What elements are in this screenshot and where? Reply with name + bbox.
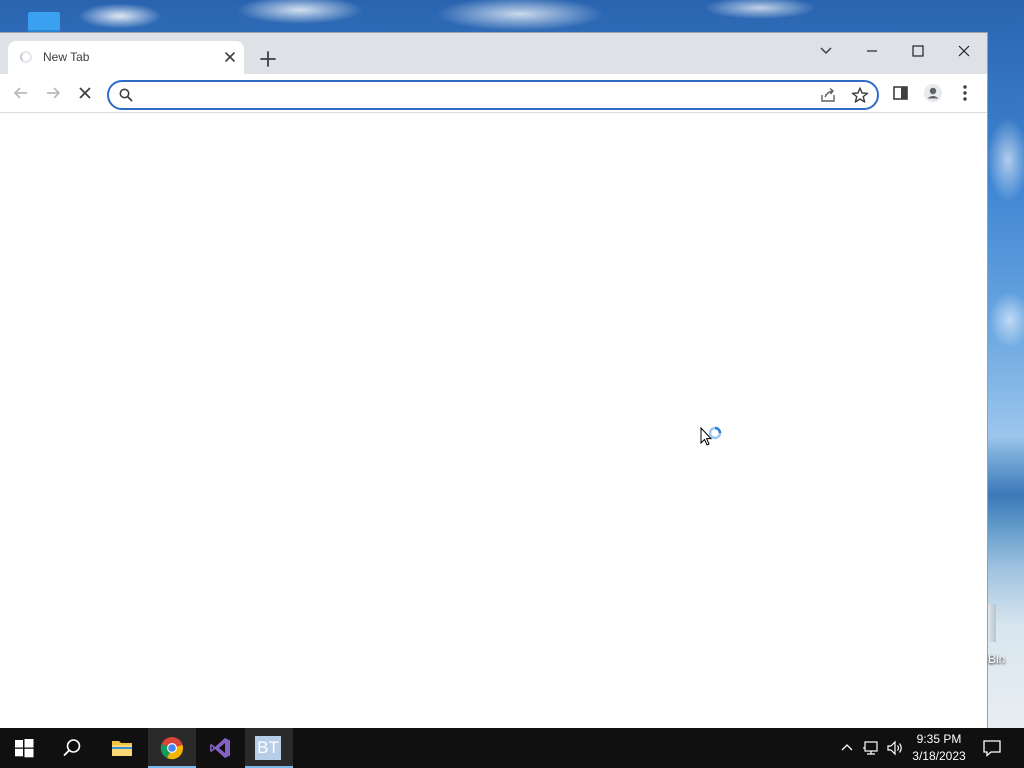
taskbar-visual-studio[interactable] — [196, 728, 244, 768]
folder-icon — [112, 741, 132, 756]
taskbar-file-explorer[interactable] — [98, 728, 146, 768]
taskbar-clock[interactable]: 9:35 PM 3/18/2023 — [906, 731, 972, 765]
bt-app-icon: BT — [255, 736, 281, 760]
start-button[interactable] — [0, 728, 48, 768]
chevron-up-icon[interactable] — [838, 739, 856, 757]
loading-spinner-icon — [20, 51, 32, 63]
tab-strip: New Tab — [0, 33, 987, 74]
new-tab-button[interactable] — [258, 49, 278, 69]
side-panel-icon[interactable] — [890, 82, 912, 104]
close-window-button[interactable] — [952, 39, 976, 63]
tab-search-chevron-icon[interactable] — [814, 39, 838, 63]
share-icon[interactable] — [819, 86, 837, 104]
address-bar[interactable] — [107, 80, 879, 110]
taskbar-search-button[interactable] — [48, 728, 96, 768]
maximize-button[interactable] — [906, 39, 930, 63]
tab-title: New Tab — [43, 50, 90, 64]
minimize-button[interactable] — [860, 39, 884, 63]
busy-cursor-icon — [699, 426, 727, 454]
bookmark-star-icon[interactable] — [851, 86, 869, 104]
notifications-icon[interactable] — [982, 738, 1001, 757]
network-icon[interactable] — [862, 739, 880, 757]
forward-arrow-icon[interactable] — [42, 82, 64, 104]
clock-date: 3/18/2023 — [912, 749, 966, 763]
browser-window: New Tab — [0, 33, 987, 728]
close-tab-icon[interactable] — [222, 49, 238, 65]
desktop-folder-icon[interactable] — [28, 12, 60, 34]
recycle-bin-icon[interactable] — [986, 604, 996, 642]
taskbar-chrome[interactable] — [148, 728, 196, 768]
chrome-icon — [160, 737, 183, 760]
taskbar: BT 9:35 PM 3/18/2023 — [0, 728, 1024, 768]
tab-new-tab[interactable]: New Tab — [8, 41, 244, 74]
stop-loading-icon[interactable] — [74, 82, 96, 104]
volume-icon[interactable] — [886, 739, 904, 757]
more-menu-icon[interactable] — [954, 82, 976, 104]
address-input[interactable] — [139, 85, 803, 107]
clock-time: 9:35 PM — [916, 732, 962, 746]
browser-toolbar — [0, 74, 987, 113]
search-icon — [118, 87, 134, 103]
recycle-bin-label[interactable]: Bin — [988, 652, 1005, 666]
taskbar-bt-app[interactable]: BT — [245, 728, 293, 768]
windows-logo-icon — [15, 739, 34, 758]
visual-studio-icon — [210, 738, 230, 758]
search-icon — [63, 739, 81, 757]
back-arrow-icon[interactable] — [10, 82, 32, 104]
page-content[interactable] — [0, 113, 987, 728]
profile-avatar-icon[interactable] — [922, 82, 944, 104]
